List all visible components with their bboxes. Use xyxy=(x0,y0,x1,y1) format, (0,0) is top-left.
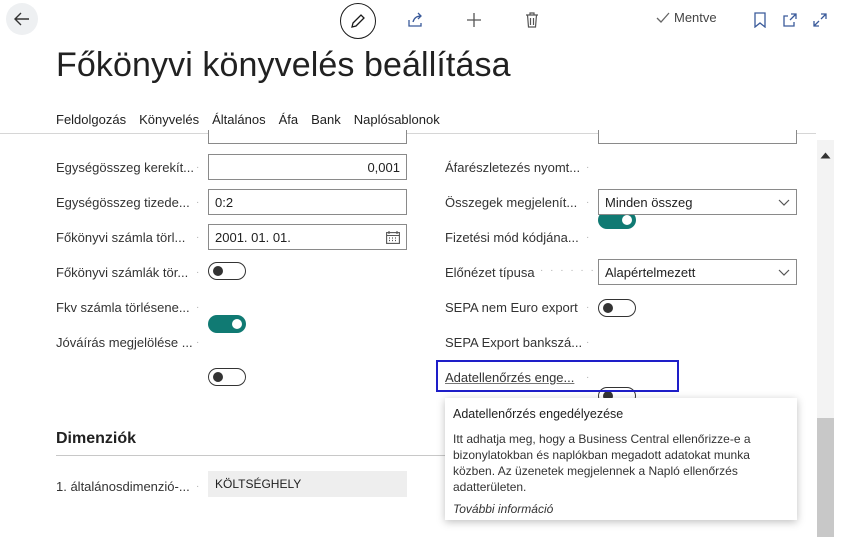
focus-highlight xyxy=(436,360,679,392)
section-divider xyxy=(56,455,446,456)
partial-input-left[interactable] xyxy=(208,130,407,144)
section-title-dimensions: Dimenziók xyxy=(56,430,137,447)
field-label: Főkönyvi számlák tör... xyxy=(56,265,189,280)
add-button[interactable] xyxy=(462,8,486,32)
credit-mark-toggle[interactable] xyxy=(208,368,246,386)
gl-account-delete-toggle[interactable] xyxy=(208,315,246,333)
dot-separator: · xyxy=(196,481,202,492)
unit-amount-decimals-input[interactable]: 0:2 xyxy=(208,189,407,215)
global-dimension-1-field: KÖLTSÉGHELY xyxy=(208,471,407,497)
calendar-icon[interactable] xyxy=(386,230,400,244)
field-label: Összegek megjelenít... xyxy=(445,195,578,210)
field-label: SEPA nem Euro export xyxy=(445,300,578,315)
dot-separator: · xyxy=(586,302,592,313)
dot-separator: · xyxy=(196,302,202,313)
dot-separator: · xyxy=(586,162,592,173)
select-value: Minden összeg xyxy=(605,194,693,210)
gl-account-delete-date-input[interactable]: 2001. 01. 01. xyxy=(208,224,407,250)
tab-altalanos[interactable]: Általános xyxy=(212,112,265,127)
field-label: Egységösszeg tizede... xyxy=(56,195,190,210)
plus-icon xyxy=(467,13,481,27)
partial-input-right[interactable] xyxy=(598,130,797,144)
open-new-window-button[interactable] xyxy=(778,8,802,32)
tooltip-body: Itt adhatja meg, hogy a Business Central… xyxy=(453,432,751,494)
field-label: SEPA Export bankszá... xyxy=(445,335,583,350)
field-label: Előnézet típusa xyxy=(445,265,535,280)
caret-up-icon xyxy=(820,152,831,159)
bookmark-icon xyxy=(754,12,766,28)
tooltip-title: Adatellenőrzés engedélyezése xyxy=(453,407,624,421)
field-label: 1. általánosdimenzió-... xyxy=(56,479,190,494)
tab-bank[interactable]: Bank xyxy=(311,112,341,127)
tab-naplosablonok[interactable]: Naplósablonok xyxy=(354,112,440,127)
toggle-knob xyxy=(603,303,613,313)
dot-separator: · xyxy=(196,162,202,173)
toggle-knob xyxy=(622,215,632,225)
edit-button[interactable] xyxy=(340,3,376,39)
saved-label: Mentve xyxy=(674,10,717,25)
unit-amount-rounding-input[interactable]: 0,001 xyxy=(208,154,407,180)
tab-feldolgozas[interactable]: Feldolgozás xyxy=(56,112,126,127)
field-label: Főkönyvi számla törl... xyxy=(56,230,186,245)
back-button[interactable] xyxy=(6,3,38,35)
bookmark-button[interactable] xyxy=(748,8,772,32)
expand-button[interactable] xyxy=(808,8,832,32)
trash-icon xyxy=(526,12,538,28)
field-label: Áfarészletezés nyomt... xyxy=(445,160,581,175)
tooltip-more-info-link[interactable]: További információ xyxy=(453,502,789,516)
checkmark-icon xyxy=(656,12,670,23)
expand-icon xyxy=(813,13,827,27)
tooltip: Adatellenőrzés engedélyezése Itt adhatja… xyxy=(445,398,797,520)
dot-separator: · xyxy=(196,197,202,208)
dot-separator: · xyxy=(586,197,592,208)
gl-accounts-delete-toggle[interactable] xyxy=(208,262,246,280)
chevron-down-icon xyxy=(778,199,790,206)
arrow-left-icon xyxy=(14,12,29,26)
scroll-up-button[interactable] xyxy=(820,146,831,164)
field-label: Jóváírás megjelölése ... xyxy=(56,335,193,350)
amounts-display-select[interactable]: Minden összeg xyxy=(598,189,797,215)
open-new-window-icon xyxy=(783,13,797,27)
select-value: Alapértelmezett xyxy=(605,264,696,280)
tab-afa[interactable]: Áfa xyxy=(279,112,299,127)
share-icon xyxy=(408,12,422,27)
toggle-knob xyxy=(213,372,223,382)
field-label: Egységösszeg kerekít... xyxy=(56,160,195,175)
toggle-knob xyxy=(213,266,223,276)
payment-method-code-toggle[interactable] xyxy=(598,299,636,317)
dot-separator: · xyxy=(196,232,202,243)
saved-status: Mentve xyxy=(656,10,717,25)
field-label: Fkv számla törlésene... xyxy=(56,300,190,315)
preview-type-select[interactable]: Alapértelmezett xyxy=(598,259,797,285)
scrollbar-thumb[interactable] xyxy=(817,418,834,537)
share-button[interactable] xyxy=(404,8,428,32)
pencil-icon xyxy=(351,14,365,28)
date-value: 2001. 01. 01. xyxy=(215,229,291,245)
tab-bar: Feldolgozás Könyvelés Általános Áfa Bank… xyxy=(56,112,453,127)
page-title: Főkönyvi könyvelés beállítása xyxy=(56,46,511,84)
toggle-knob xyxy=(232,319,242,329)
field-label: Fizetési mód kódjána... xyxy=(445,230,579,245)
dot-separator: · xyxy=(586,337,592,348)
dot-separator: · xyxy=(196,337,202,348)
dot-leader: · · · · · · · xyxy=(540,265,606,276)
tab-konyveles[interactable]: Könyvelés xyxy=(139,112,199,127)
dot-separator: · xyxy=(196,267,202,278)
chevron-down-icon xyxy=(778,269,790,276)
delete-button[interactable] xyxy=(520,8,544,32)
dot-separator: · xyxy=(586,232,592,243)
